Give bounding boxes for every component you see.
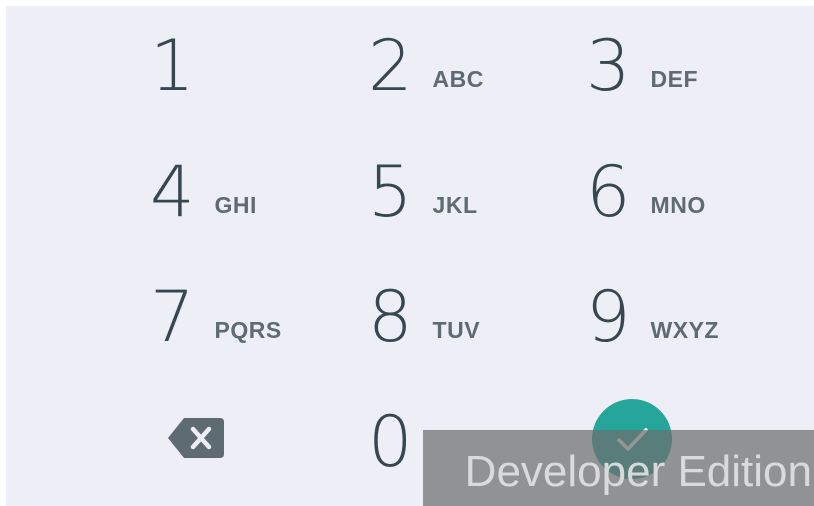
key-8[interactable]: 8 TUV <box>368 267 480 367</box>
key-digit: 0 <box>368 401 413 483</box>
watermark-text: Developer Edition <box>464 447 812 496</box>
key-letters: ABC <box>432 65 484 92</box>
key-digit: 8 <box>368 276 413 358</box>
key-1[interactable]: 1 <box>150 16 195 116</box>
key-letters: PQRS <box>214 316 282 343</box>
backspace-button[interactable] <box>168 416 224 460</box>
key-letters: JKL <box>432 191 478 218</box>
key-letters: TUV <box>432 316 481 343</box>
key-3[interactable]: 3 DEF <box>586 16 698 116</box>
key-digit: 1 <box>150 25 195 107</box>
key-2[interactable]: 2 ABC <box>368 16 484 116</box>
key-5[interactable]: 5 JKL <box>368 142 478 242</box>
key-digit: 3 <box>586 25 631 107</box>
pin-pad-screen: 1 2 ABC 3 DEF 4 GHI 5 JKL 6 MNO 7 PQRS 8… <box>6 6 814 506</box>
key-digit: 2 <box>368 25 413 107</box>
key-digit: 7 <box>150 276 195 358</box>
key-digit: 9 <box>586 276 631 358</box>
key-letters: MNO <box>650 191 706 218</box>
key-0[interactable]: 0 <box>368 392 413 492</box>
key-6[interactable]: 6 MNO <box>586 142 706 242</box>
key-4[interactable]: 4 GHI <box>150 142 257 242</box>
developer-edition-watermark: Developer Edition <box>423 430 814 506</box>
key-letters: WXYZ <box>650 316 719 343</box>
key-letters: GHI <box>214 191 257 218</box>
key-digit: 4 <box>150 151 195 233</box>
key-7[interactable]: 7 PQRS <box>150 267 282 367</box>
key-letters: DEF <box>650 65 699 92</box>
backspace-icon <box>168 418 224 458</box>
key-9[interactable]: 9 WXYZ <box>586 267 719 367</box>
key-digit: 5 <box>368 151 413 233</box>
key-digit: 6 <box>586 151 631 233</box>
